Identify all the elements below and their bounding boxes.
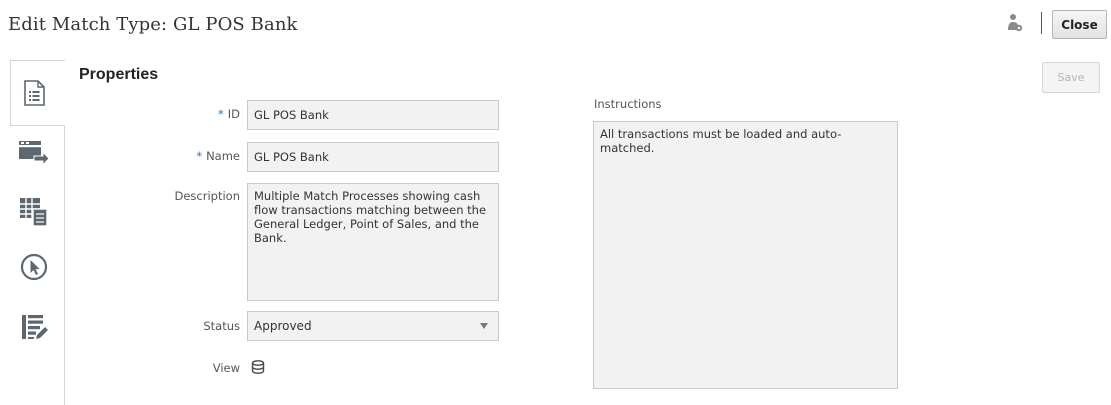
pointer-cursor-icon xyxy=(20,253,48,281)
transaction-import-icon xyxy=(19,141,50,166)
section-title: Properties xyxy=(79,66,159,83)
close-button[interactable]: Close xyxy=(1052,10,1107,39)
tab-list-edit[interactable] xyxy=(21,314,49,342)
status-label: Status xyxy=(203,319,240,333)
required-marker: * xyxy=(196,149,203,163)
instructions-field[interactable]: All transactions must be loaded and auto… xyxy=(593,121,898,389)
id-label: * ID xyxy=(218,107,240,121)
tab-rail-divider xyxy=(64,125,65,405)
table-grid-icon xyxy=(20,198,48,227)
description-label: Description xyxy=(174,189,241,203)
properties-document-icon xyxy=(23,80,45,106)
id-field[interactable] xyxy=(247,100,499,130)
list-edit-icon xyxy=(22,315,48,339)
user-settings-icon[interactable] xyxy=(1007,13,1023,33)
tab-pointer[interactable] xyxy=(20,253,48,281)
page-title: Edit Match Type: GL POS Bank xyxy=(8,14,298,35)
name-label: * Name xyxy=(196,149,240,163)
view-label: View xyxy=(212,361,240,375)
instructions-label: Instructions xyxy=(594,97,662,111)
name-field[interactable] xyxy=(247,142,499,172)
save-button[interactable]: Save xyxy=(1042,62,1100,93)
tab-transaction-import[interactable] xyxy=(18,140,50,166)
status-value: Approved xyxy=(254,319,312,333)
chevron-down-icon xyxy=(480,323,488,329)
header-divider xyxy=(1041,12,1042,34)
description-field[interactable]: Multiple Match Processes showing cash fl… xyxy=(247,183,499,301)
status-select[interactable]: Approved xyxy=(247,311,499,341)
tab-table-grid[interactable] xyxy=(19,197,49,227)
required-marker: * xyxy=(218,107,224,121)
database-icon[interactable] xyxy=(251,359,265,378)
